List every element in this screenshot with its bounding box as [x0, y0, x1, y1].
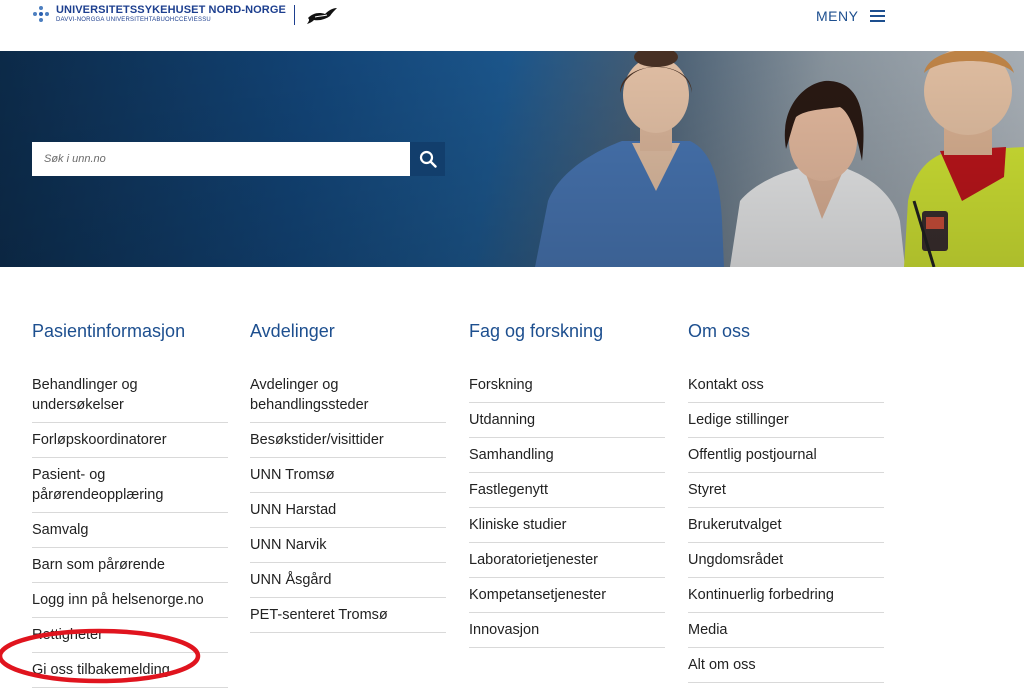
nav-link[interactable]: UNN Narvik	[250, 528, 446, 563]
nav-link[interactable]: Kliniske studier	[469, 508, 665, 543]
hamburger-icon	[870, 10, 886, 22]
column-om-oss: Om oss Kontakt oss Ledige stillinger Off…	[688, 318, 884, 683]
hero-banner	[0, 51, 1024, 267]
nav-link[interactable]: Logg inn på helsenorge.no	[32, 583, 228, 618]
nav-link[interactable]: Ledige stillinger	[688, 403, 884, 438]
nav-link[interactable]: Alt om oss	[688, 648, 884, 683]
nav-link[interactable]: Offentlig postjournal	[688, 438, 884, 473]
nav-link[interactable]: PET-senteret Tromsø	[250, 598, 446, 633]
site-logo[interactable]: UNIVERSITETSSYKEHUSET NORD-NORGE DAVVI-N…	[32, 4, 339, 26]
nav-link[interactable]: UNN Tromsø	[250, 458, 446, 493]
nav-link[interactable]: Samhandling	[469, 438, 665, 473]
column-title: Avdelinger	[250, 321, 335, 341]
search-input[interactable]	[32, 142, 410, 176]
nav-link[interactable]: UNN Harstad	[250, 493, 446, 528]
logo-name: UNIVERSITETSSYKEHUSET NORD-NORGE	[56, 4, 286, 16]
nav-link[interactable]: Behandlinger og undersøkelser	[32, 368, 228, 423]
site-header: UNIVERSITETSSYKEHUSET NORD-NORGE DAVVI-N…	[0, 0, 1024, 50]
nav-link[interactable]: Fastlegenytt	[469, 473, 665, 508]
nav-link[interactable]: Forløpskoordinatorer	[32, 423, 228, 458]
link-list: Kontakt oss Ledige stillinger Offentlig …	[688, 368, 884, 683]
nav-link[interactable]: UNN Åsgård	[250, 563, 446, 598]
nav-link[interactable]: Media	[688, 613, 884, 648]
nav-link[interactable]: Barn som pårørende	[32, 548, 228, 583]
menu-label: MENY	[816, 8, 859, 24]
column-pasientinformasjon: Pasientinformasjon Behandlinger og under…	[32, 318, 228, 688]
link-list: Forskning Utdanning Samhandling Fastlege…	[469, 368, 665, 648]
site-search	[32, 142, 445, 176]
logo-dots-icon	[32, 4, 50, 26]
menu-button[interactable]: MENY	[816, 8, 886, 24]
nav-link[interactable]: Samvalg	[32, 513, 228, 548]
nav-link[interactable]: Utdanning	[469, 403, 665, 438]
nav-link[interactable]: Kontakt oss	[688, 368, 884, 403]
search-icon	[419, 150, 437, 168]
nav-link[interactable]: Rettigheter	[32, 618, 228, 653]
column-title: Pasientinformasjon	[32, 321, 186, 341]
nav-link[interactable]: Besøkstider/visittider	[250, 423, 446, 458]
logo-subtitle: DAVVI-NORGGA UNIVERSITEHTABUOHCCEVIESSU	[56, 17, 211, 23]
nav-link[interactable]: Kontinuerlig forbedring	[688, 578, 884, 613]
nav-link[interactable]: Styret	[688, 473, 884, 508]
feedback-link[interactable]: Gi oss tilbakemelding	[32, 653, 228, 688]
column-title: Fag og forskning	[469, 321, 604, 341]
column-avdelinger: Avdelinger Avdelinger og behandlingssted…	[250, 318, 446, 633]
nav-link[interactable]: Avdelinger og behandlingssteder	[250, 368, 446, 423]
link-list: Behandlinger og undersøkelser Forløpskoo…	[32, 368, 228, 688]
nav-link[interactable]: Kompetansetjenester	[469, 578, 665, 613]
bird-logo-icon	[306, 8, 337, 24]
nav-link[interactable]: Brukerutvalget	[688, 508, 884, 543]
column-fag-og-forskning: Fag og forskning Forskning Utdanning Sam…	[469, 318, 665, 648]
link-list: Avdelinger og behandlingssteder Besøksti…	[250, 368, 446, 633]
column-title: Om oss	[688, 321, 751, 341]
nav-link[interactable]: Laboratorietjenester	[469, 543, 665, 578]
nav-link[interactable]: Ungdomsrådet	[688, 543, 884, 578]
logo-divider	[293, 5, 295, 25]
nav-link[interactable]: Innovasjon	[469, 613, 665, 648]
nav-link[interactable]: Forskning	[469, 368, 665, 403]
search-button[interactable]	[410, 142, 445, 176]
nav-link[interactable]: Pasient- og pårørendeopplæring	[32, 458, 228, 513]
